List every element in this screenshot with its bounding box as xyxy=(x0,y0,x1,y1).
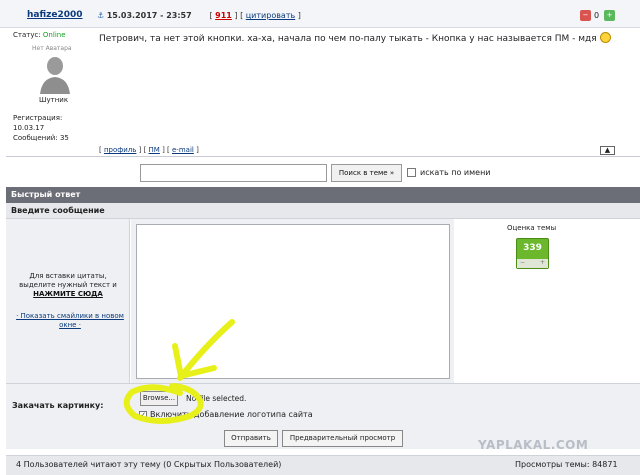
site-watermark: YAPLAKAL.COM xyxy=(478,438,589,452)
show-smiles-link[interactable]: · Показать смайлики в новом окне · xyxy=(12,312,128,330)
theme-vote-up-icon[interactable]: + xyxy=(540,259,545,266)
search-by-name-checkbox[interactable] xyxy=(407,168,416,177)
post-number-link[interactable]: 911 xyxy=(215,11,232,20)
quote-link[interactable]: цитировать xyxy=(246,11,295,20)
search-input[interactable] xyxy=(140,164,327,182)
enter-message-heading: Введите сообщение xyxy=(6,203,640,219)
readers-count: 4 Пользователей читают эту тему (0 Скрыт… xyxy=(16,460,282,469)
reply-left-cell xyxy=(6,219,130,383)
author-status: Статус: Online xyxy=(13,31,66,39)
add-logo-label: Включить добавление логотипа сайта xyxy=(150,410,313,419)
status-label: Статус: xyxy=(13,31,41,39)
quote-hint[interactable]: Для вставки цитаты, выделите нужный текс… xyxy=(12,272,124,299)
registration-label: Регистрация: xyxy=(13,114,63,122)
scroll-top-icon[interactable]: ▲ xyxy=(600,146,615,155)
show-smiles-text[interactable]: Показать смайлики в новом окне xyxy=(21,312,124,329)
message-textarea[interactable] xyxy=(136,224,450,379)
send-button[interactable]: Отправить xyxy=(224,430,278,447)
messages-label: Сообщений: xyxy=(13,134,58,142)
theme-vote-down-icon[interactable]: − xyxy=(520,259,525,266)
post-text: Петрович, та нет этой кнопки. ха-ха, нач… xyxy=(99,34,597,44)
pm-link[interactable]: ПМ xyxy=(149,146,160,154)
post-header xyxy=(0,0,640,28)
views-count: Просмотры темы: 84871 xyxy=(515,460,618,469)
upload-image-label: Закачать картинку: xyxy=(12,401,104,410)
avatar xyxy=(34,52,76,94)
author-name-link[interactable]: hafize2000 xyxy=(27,10,83,20)
user-title: Шутник xyxy=(39,96,69,104)
messages-count: Сообщений: 35 xyxy=(13,133,69,143)
quick-reply-header: Быстрый ответ xyxy=(6,187,640,203)
browse-button[interactable]: Browse... xyxy=(140,391,178,406)
status-online: Online xyxy=(42,31,66,39)
quote-click-link[interactable]: НАЖМИТЕ СЮДА xyxy=(12,290,124,299)
no-avatar-label: Нет Аватара xyxy=(32,45,72,52)
search-in-topic-button[interactable]: Поиск в теме » xyxy=(331,164,402,182)
registration-info: Регистрация: 10.03.17 Сообщений: 35 xyxy=(13,113,69,143)
preview-button[interactable]: Предварительный просмотр xyxy=(282,430,403,447)
post-rating-value: 0 xyxy=(594,11,600,20)
post-meta: ⚓ 15.03.2017 - 23:57 [ 911 ] [ цитироват… xyxy=(97,11,301,20)
post-links: [ профиль ] [ ПМ ] [ e-mail ] xyxy=(99,146,199,154)
add-logo-checkbox[interactable]: ✓ xyxy=(139,411,147,419)
post-rating: − 0 + xyxy=(580,10,636,24)
rate-down-icon[interactable]: − xyxy=(580,10,591,21)
file-status: No file selected. xyxy=(186,394,247,403)
profile-link[interactable]: профиль xyxy=(104,146,136,154)
post-anchor-icon[interactable]: ⚓ xyxy=(97,11,104,20)
smiley-icon xyxy=(599,32,611,43)
messages-value: 35 xyxy=(59,134,69,142)
theme-rating-label: Оценка темы xyxy=(507,224,557,232)
rate-up-icon[interactable]: + xyxy=(604,10,615,21)
registration-date: 10.03.17 xyxy=(13,124,45,132)
email-link[interactable]: e-mail xyxy=(172,146,194,154)
post-body: Петрович, та нет этой кнопки. ха-ха, нач… xyxy=(99,32,619,45)
search-by-name-label: искать по имени xyxy=(420,168,491,177)
post-datetime: 15.03.2017 - 23:57 xyxy=(106,11,192,20)
theme-rating-value: 339 xyxy=(523,243,542,253)
quote-hint-line1: Для вставки цитаты, xyxy=(29,272,107,280)
quote-hint-line2: выделите нужный текст и xyxy=(19,281,117,289)
theme-rating-vote-bar: − + xyxy=(517,259,548,268)
